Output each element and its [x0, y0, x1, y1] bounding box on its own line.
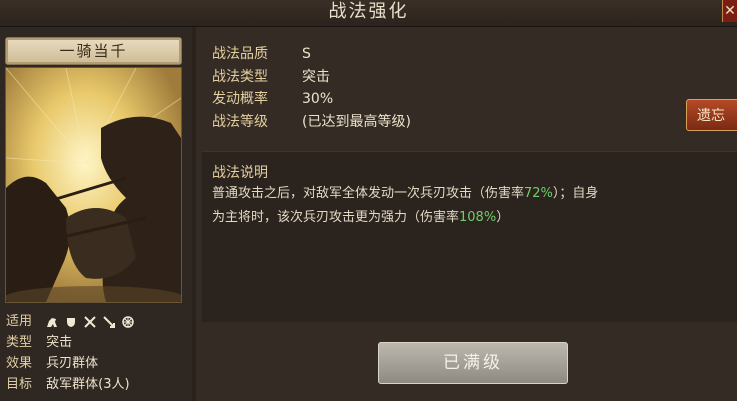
- info-row-applicable: 适用: [6, 311, 186, 332]
- stat-value: S: [302, 46, 311, 62]
- description-fragment: ）；自身: [552, 186, 599, 201]
- card-info: 适用 类型 突击 效果 兵刃群体 目标 敌军群体(3人): [6, 311, 186, 395]
- skill-stats: 战法品质 S 战法类型 突击 发动概率 30% 战法等级 (已达到最高等级): [212, 43, 411, 133]
- damage-rate-value: 108%: [459, 210, 497, 225]
- description-fragment: 普通攻击之后，对敌军全体发动一次兵刃攻击（伤害率: [212, 186, 525, 201]
- description-line: 普通攻击之后，对敌军全体发动一次兵刃攻击（伤害率72%）；自身: [212, 182, 732, 206]
- info-label: 目标: [6, 377, 33, 392]
- info-label: 适用: [6, 314, 33, 329]
- stat-label: 战法等级: [212, 113, 268, 130]
- crossed-weapons-icon: [84, 315, 96, 328]
- description-text: 普通攻击之后，对敌军全体发动一次兵刃攻击（伤害率72%）；自身 为主将时，该次兵…: [212, 182, 732, 230]
- info-value: 敌军群体(3人): [46, 377, 130, 392]
- info-row-type: 类型 突击: [6, 332, 186, 353]
- stat-value: (已达到最高等级): [302, 113, 411, 130]
- info-value: 突击: [46, 335, 73, 350]
- card-name: 一骑当千: [59, 42, 128, 60]
- stat-label: 战法类型: [212, 68, 268, 85]
- stat-type: 战法类型 突击: [212, 66, 411, 89]
- stat-value: 30%: [302, 91, 334, 107]
- stat-level: 战法等级 (已达到最高等级): [212, 111, 411, 134]
- info-label: 效果: [6, 356, 33, 371]
- description-fragment: 为主将时，该次兵刃攻击更为强力（伤害率: [212, 210, 460, 225]
- close-button[interactable]: ✕: [722, 0, 737, 22]
- cavalry-icon: [47, 317, 58, 327]
- info-label: 类型: [6, 335, 33, 350]
- stat-value: 突击: [302, 68, 330, 85]
- card-panel: 一骑当千 适用 类型 突击 效果 兵刃群体 目标 敌军群体(3人): [0, 27, 192, 401]
- card-artwork: [5, 67, 182, 303]
- forget-button[interactable]: 遗忘: [686, 99, 737, 131]
- shield-icon: [67, 317, 76, 327]
- wheel-icon: [122, 315, 134, 328]
- arrow-icon: [103, 315, 116, 328]
- description-box: 战法说明 普通攻击之后，对敌军全体发动一次兵刃攻击（伤害率72%）；自身 为主将…: [202, 151, 737, 322]
- stat-probability: 发动概率 30%: [212, 88, 411, 111]
- cavalry-charge-illustration: [6, 68, 181, 302]
- stat-quality: 战法品质 S: [212, 43, 411, 66]
- card-name-frame: 一骑当千: [5, 37, 182, 65]
- window-title: 战法强化: [328, 1, 409, 22]
- info-row-effect: 效果 兵刃群体: [6, 353, 186, 374]
- stat-label: 发动概率: [212, 91, 268, 107]
- stat-label: 战法品质: [212, 46, 268, 62]
- max-level-button[interactable]: 已满级: [378, 342, 568, 384]
- close-icon: ✕: [724, 3, 736, 19]
- description-title: 战法说明: [212, 165, 268, 181]
- detail-panel: 战法品质 S 战法类型 突击 发动概率 30% 战法等级 (已达到最高等级) 遗忘 战法…: [196, 27, 737, 401]
- description-line: 为主将时，该次兵刃攻击更为强力（伤害率108%）: [212, 206, 732, 230]
- title-bar: 战法强化 ✕: [0, 0, 737, 27]
- info-row-target: 目标 敌军群体(3人): [6, 374, 186, 395]
- info-value: 兵刃群体: [46, 356, 99, 371]
- description-fragment: ）: [496, 210, 510, 225]
- troop-type-icons: [46, 315, 134, 328]
- damage-rate-value: 72%: [524, 186, 553, 201]
